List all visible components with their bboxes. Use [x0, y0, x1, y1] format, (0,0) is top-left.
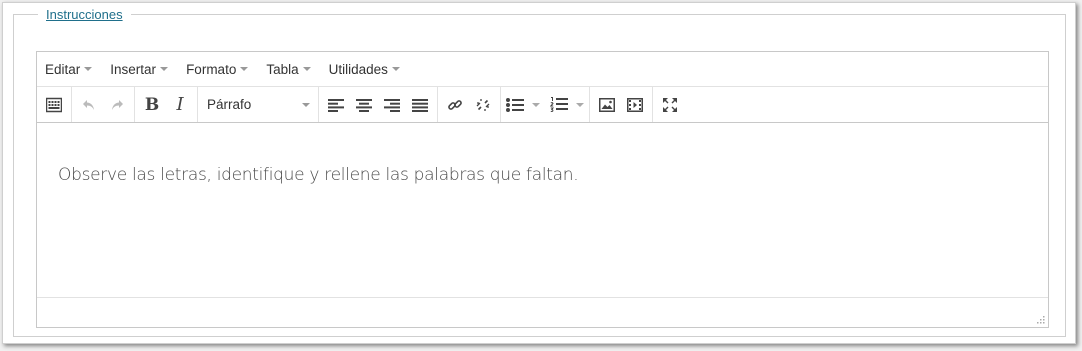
bold-button[interactable]: B	[138, 90, 166, 120]
insert-media-button[interactable]	[621, 90, 649, 120]
menu-tabla[interactable]: Tabla	[263, 60, 313, 79]
align-right-button[interactable]	[378, 90, 406, 120]
menu-label: Formato	[186, 61, 237, 77]
menu-label: Editar	[45, 61, 81, 77]
menu-insertar[interactable]: Insertar	[107, 60, 171, 79]
paragraph-format-select[interactable]: Párrafo	[201, 90, 315, 120]
editor-content-area[interactable]: Observe las letras, identifique y rellen…	[37, 123, 1048, 298]
bullet-list-button[interactable]	[504, 90, 542, 120]
menu-label: Utilidades	[328, 61, 388, 77]
menu-label: Insertar	[110, 61, 157, 77]
caret-down-icon	[160, 67, 169, 71]
italic-button[interactable]: I	[166, 90, 194, 120]
align-center-icon	[356, 98, 372, 112]
italic-icon: I	[176, 94, 184, 115]
align-left-button[interactable]	[322, 90, 350, 120]
numbered-list-button[interactable]	[548, 90, 586, 120]
caret-down-icon	[302, 67, 311, 71]
link-icon	[448, 99, 462, 110]
undo-button[interactable]	[75, 90, 103, 120]
caret-down-icon	[240, 67, 249, 71]
editor-menubar: Editar Insertar Formato Tabla Utilidades	[37, 52, 1048, 87]
align-right-icon	[384, 98, 400, 112]
undo-icon	[83, 99, 94, 110]
fullscreen-button[interactable]	[656, 90, 684, 120]
keyboard-icon	[46, 97, 62, 112]
toolbar-group-toggle	[37, 87, 72, 122]
toolbar-group-view	[653, 87, 687, 122]
toolbar-group-insert	[590, 87, 653, 122]
redo-icon	[112, 99, 123, 110]
align-left-icon	[328, 98, 344, 112]
unlink-icon	[476, 98, 490, 111]
caret-down-icon	[576, 102, 584, 107]
menu-editar[interactable]: Editar	[42, 60, 95, 79]
toolbar-group-link	[438, 87, 501, 122]
caret-down-icon	[84, 67, 93, 71]
align-justify-icon	[412, 98, 428, 112]
insert-image-button[interactable]	[593, 90, 621, 120]
media-icon	[627, 97, 643, 112]
toolbar-group-history	[72, 87, 135, 122]
bullet-list-icon	[506, 97, 524, 112]
menu-label: Tabla	[266, 61, 299, 77]
toolbar-group-format: Párrafo	[198, 87, 319, 122]
numbered-list-icon	[550, 97, 568, 112]
toolbar-group-style: B I	[135, 87, 198, 122]
rich-text-editor: Editar Insertar Formato Tabla Utilidades	[36, 51, 1049, 328]
caret-down-icon	[302, 102, 310, 107]
menu-formato[interactable]: Formato	[183, 60, 251, 79]
fullscreen-icon	[663, 97, 677, 112]
bold-icon: B	[144, 94, 160, 115]
redo-button[interactable]	[103, 90, 131, 120]
toolbar-group-lists	[501, 87, 590, 122]
fieldset-legend[interactable]: Instrucciones	[38, 7, 131, 22]
align-justify-button[interactable]	[406, 90, 434, 120]
toolbar-group-align	[319, 87, 438, 122]
toolbar-toggle-button[interactable]	[40, 90, 68, 120]
caret-down-icon	[532, 102, 540, 107]
form-panel: Instrucciones Editar Insertar Formato Ta…	[2, 2, 1076, 344]
align-center-button[interactable]	[350, 90, 378, 120]
editor-statusbar	[37, 297, 1048, 327]
resize-handle-icon[interactable]	[1035, 314, 1045, 324]
link-button[interactable]	[441, 90, 469, 120]
editor-toolbar: B I Párrafo	[37, 87, 1048, 123]
unlink-button[interactable]	[469, 90, 497, 120]
instruction-text: Observe las letras, identifique y rellen…	[58, 165, 579, 185]
format-select-value: Párrafo	[207, 97, 252, 112]
image-icon	[599, 97, 615, 112]
menu-utilidades[interactable]: Utilidades	[326, 60, 403, 79]
caret-down-icon	[391, 67, 400, 71]
